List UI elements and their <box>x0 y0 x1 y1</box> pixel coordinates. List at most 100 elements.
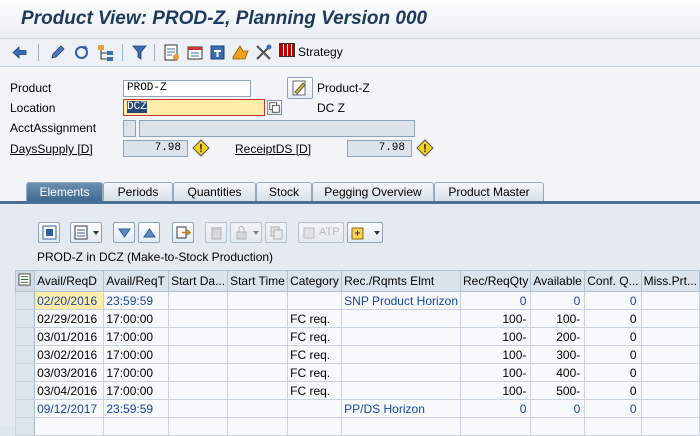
cell-avail-reqd[interactable]: 03/02/2016 <box>34 345 105 364</box>
edit-pencil-icon[interactable] <box>48 43 67 62</box>
cell-avail-reqd[interactable]: 03/01/2016 <box>34 327 105 346</box>
cell-category[interactable]: FC req. <box>287 327 343 346</box>
calendar-icon[interactable] <box>186 43 205 62</box>
location-copy-button[interactable] <box>267 100 282 115</box>
details-button[interactable] <box>38 222 60 243</box>
refresh-icon[interactable] <box>72 43 91 62</box>
product-field[interactable]: PROD-Z <box>123 80 251 97</box>
cell-category[interactable]: FC req. <box>287 345 343 364</box>
cell-conf-qty[interactable]: 0 <box>584 399 642 418</box>
column-header-missing-parts[interactable]: Miss.Prt... <box>640 270 700 292</box>
copy-button[interactable] <box>265 222 287 243</box>
cell-conf-qty[interactable]: 0 <box>584 327 642 346</box>
cell-missing-parts[interactable] <box>640 399 700 418</box>
column-header-avail-reqd[interactable]: Avail/ReqD <box>34 270 105 292</box>
cell-start-date[interactable] <box>168 345 229 364</box>
cell-empty[interactable] <box>287 417 343 436</box>
cell-start-date[interactable] <box>168 399 229 418</box>
row-selector[interactable] <box>14 327 36 346</box>
row-selector[interactable] <box>14 345 36 364</box>
cell-missing-parts[interactable] <box>640 327 700 346</box>
select-layout-button[interactable] <box>70 222 102 243</box>
cell-missing-parts[interactable] <box>640 291 700 310</box>
tools-icon[interactable] <box>254 43 273 62</box>
row-selector[interactable] <box>14 417 36 436</box>
cell-rec-rqmts-elmt[interactable]: PP/DS Horizon <box>341 399 462 418</box>
cell-missing-parts[interactable] <box>640 309 700 328</box>
expand-button[interactable] <box>113 222 135 243</box>
cell-empty[interactable] <box>640 417 700 436</box>
cell-rec-rqmts-elmt[interactable] <box>341 309 462 328</box>
cell-empty[interactable] <box>584 417 642 436</box>
cell-start-time[interactable] <box>227 327 289 346</box>
row-selector[interactable] <box>14 309 36 328</box>
cell-conf-qty[interactable]: 0 <box>584 345 642 364</box>
cell-avail-reqd[interactable]: 02/20/2016 <box>34 291 105 310</box>
column-header-rec-rqmts-elmt[interactable]: Rec./Rqmts Elmt <box>341 270 462 292</box>
cell-empty[interactable] <box>227 417 289 436</box>
column-header-start-date[interactable]: Start Da... <box>168 270 229 292</box>
column-header-rec-req-qty[interactable]: Rec/ReqQty <box>460 270 532 292</box>
cell-missing-parts[interactable] <box>640 345 700 364</box>
tab-elements[interactable]: Elements <box>26 182 103 201</box>
cell-category[interactable]: FC req. <box>287 381 343 400</box>
cell-rec-req-qty[interactable]: 100- <box>460 327 532 346</box>
cell-start-time[interactable] <box>227 399 289 418</box>
cell-empty[interactable] <box>103 417 170 436</box>
cell-empty[interactable] <box>530 417 586 436</box>
cell-start-time[interactable] <box>227 291 289 310</box>
table-row[interactable]: 03/04/2016 17:00:00 FC req. 100- 500- 0 <box>14 381 700 400</box>
cell-rec-req-qty[interactable]: 100- <box>460 345 532 364</box>
column-header-available[interactable]: Available <box>530 270 586 292</box>
cell-rec-req-qty[interactable]: 100- <box>460 309 532 328</box>
acct-assignment-field[interactable] <box>123 120 136 137</box>
cell-category[interactable] <box>287 291 343 310</box>
cell-empty[interactable] <box>341 417 462 436</box>
cell-start-time[interactable] <box>227 309 289 328</box>
row-selector[interactable] <box>14 363 36 382</box>
column-header-start-time[interactable]: Start Time <box>227 270 289 292</box>
row-selector[interactable] <box>14 399 36 418</box>
atp-button[interactable]: ATP <box>298 222 344 243</box>
tab-quantities[interactable]: Quantities <box>173 182 256 201</box>
cell-avail-reqt[interactable]: 17:00:00 <box>103 327 170 346</box>
cell-rec-req-qty[interactable]: 0 <box>460 291 532 310</box>
cell-conf-qty[interactable]: 0 <box>584 363 642 382</box>
export-button[interactable] <box>172 222 194 243</box>
cell-rec-req-qty[interactable]: 0 <box>460 399 532 418</box>
cell-avail-reqd[interactable]: 03/04/2016 <box>34 381 105 400</box>
cell-available[interactable]: 300- <box>530 345 586 364</box>
cell-rec-rqmts-elmt[interactable]: SNP Product Horizon <box>341 291 462 310</box>
cell-available[interactable]: 0 <box>530 399 586 418</box>
cell-rec-req-qty[interactable]: 100- <box>460 381 532 400</box>
cell-avail-reqt[interactable]: 17:00:00 <box>103 363 170 382</box>
cell-conf-qty[interactable]: 0 <box>584 309 642 328</box>
cell-category[interactable] <box>287 399 343 418</box>
tab-product-master[interactable]: Product Master <box>434 182 544 201</box>
table-row[interactable]: 02/20/2016 23:59:59 SNP Product Horizon … <box>14 291 700 310</box>
transport-icon[interactable] <box>208 43 227 62</box>
cell-available[interactable]: 100- <box>530 309 586 328</box>
tab-periods[interactable]: Periods <box>103 182 173 201</box>
cell-category[interactable]: FC req. <box>287 363 343 382</box>
days-supply-label[interactable]: DaysSupply [D] <box>10 142 93 156</box>
cell-avail-reqd[interactable]: 03/03/2016 <box>34 363 105 382</box>
product-edit-button[interactable] <box>287 77 313 99</box>
cell-empty[interactable] <box>34 417 105 436</box>
collapse-button[interactable] <box>138 222 160 243</box>
location-field[interactable]: DCZ <box>123 99 265 116</box>
delete-button[interactable] <box>205 222 227 243</box>
alert-icon[interactable] <box>231 43 250 62</box>
cell-avail-reqt[interactable]: 17:00:00 <box>103 309 170 328</box>
cell-start-time[interactable] <box>227 345 289 364</box>
cell-avail-reqd[interactable]: 09/12/2017 <box>34 399 105 418</box>
order-list-icon[interactable] <box>162 43 181 62</box>
column-header-conf-qty[interactable]: Conf. Q... <box>584 270 642 292</box>
cell-empty[interactable] <box>460 417 532 436</box>
cell-category[interactable]: FC req. <box>287 309 343 328</box>
cell-start-date[interactable] <box>168 381 229 400</box>
more-functions-button[interactable] <box>347 222 383 243</box>
cell-available[interactable]: 200- <box>530 327 586 346</box>
cell-available[interactable]: 0 <box>530 291 586 310</box>
cell-avail-reqt[interactable]: 17:00:00 <box>103 381 170 400</box>
